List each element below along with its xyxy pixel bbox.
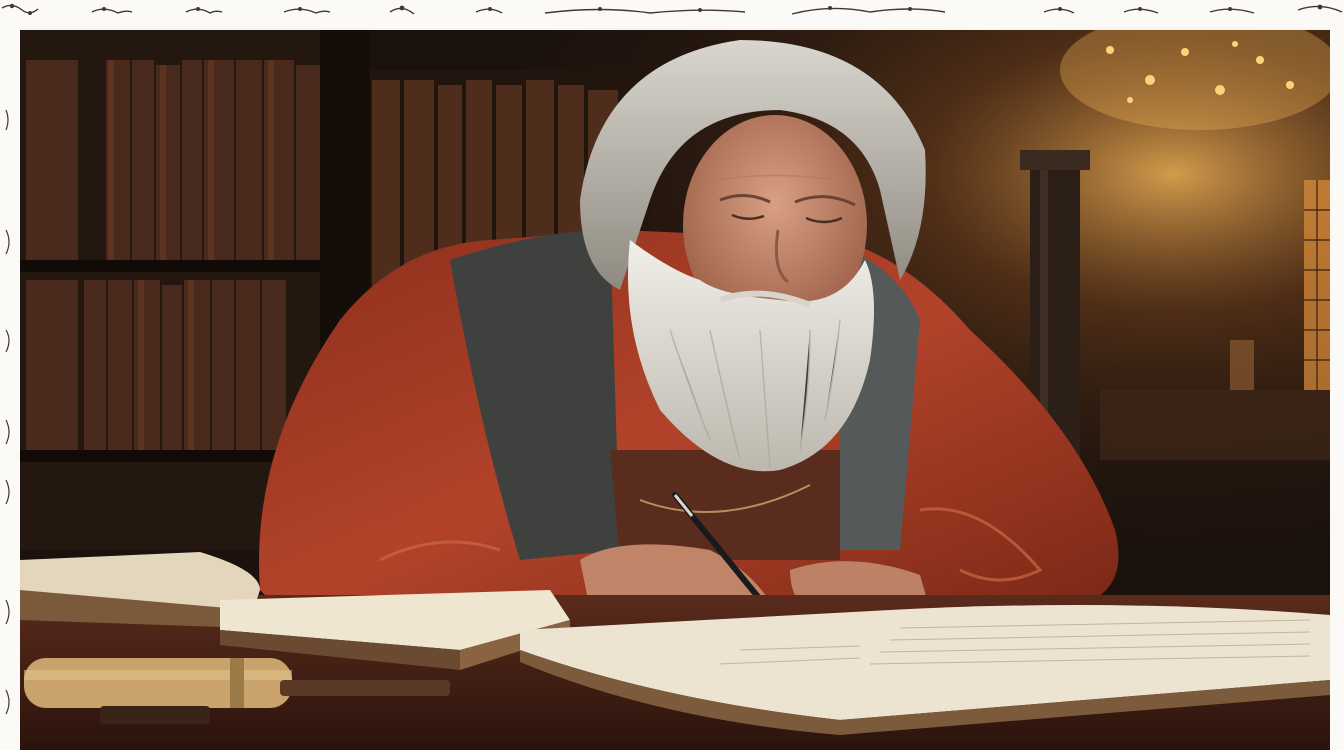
vine-ornament-icon bbox=[5, 109, 10, 715]
vine-ornament-icon bbox=[1, 3, 1343, 15]
frame-border-right bbox=[1330, 0, 1344, 750]
scroll bbox=[24, 658, 292, 708]
scholar-scene bbox=[20, 30, 1330, 750]
photo-frame bbox=[0, 0, 1344, 750]
